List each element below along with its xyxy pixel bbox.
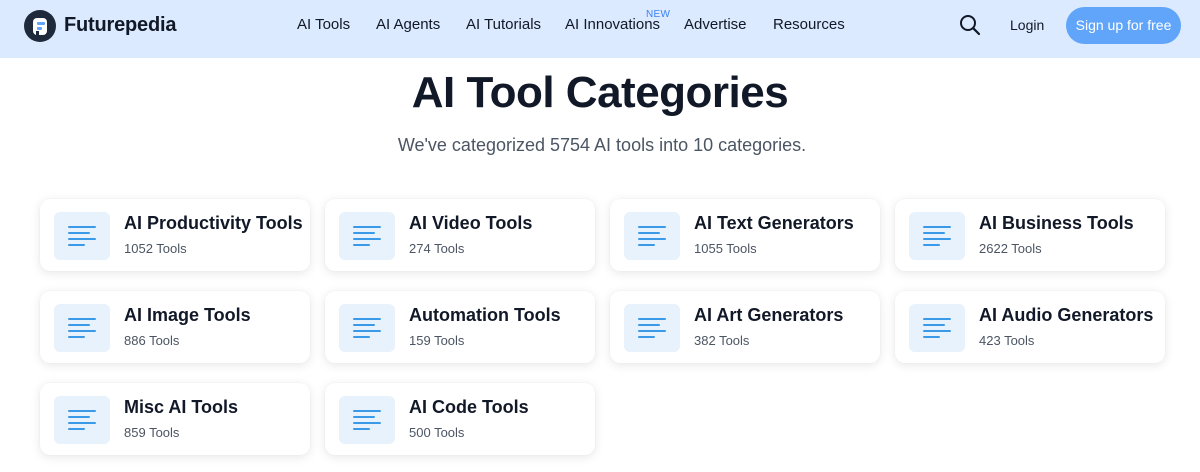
new-badge: NEW	[646, 9, 671, 20]
brand-logo[interactable]: Futurepedia	[24, 9, 176, 42]
category-card-ai-art-generators[interactable]: AI Art Generators 382 Tools	[610, 291, 880, 363]
category-name: AI Text Generators	[694, 213, 854, 233]
category-name: AI Business Tools	[979, 213, 1134, 233]
signup-button[interactable]: Sign up for free	[1066, 7, 1181, 44]
document-lines-icon	[624, 304, 680, 352]
nav-advertise[interactable]: Advertise	[684, 16, 747, 33]
category-count: 382 Tools	[694, 333, 750, 348]
page-title: AI Tool Categories	[411, 68, 789, 117]
category-name: Automation Tools	[409, 305, 561, 325]
brand-name: Futurepedia	[64, 14, 177, 36]
document-lines-icon	[339, 212, 395, 260]
category-name: AI Image Tools	[124, 305, 251, 325]
category-name: AI Video Tools	[409, 213, 533, 233]
category-name: AI Audio Generators	[979, 305, 1154, 325]
category-name: AI Art Generators	[694, 305, 844, 325]
category-card-misc-ai-tools[interactable]: Misc AI Tools 859 Tools	[40, 383, 310, 455]
category-card-ai-productivity-tools[interactable]: AI Productivity Tools 1052 Tools	[40, 199, 310, 271]
top-navbar: Futurepedia AI Tools AI Agents AI Tutori…	[0, 0, 1200, 58]
category-card-ai-video-tools[interactable]: AI Video Tools 274 Tools	[325, 199, 595, 271]
document-lines-icon	[339, 304, 395, 352]
nav-ai-tutorials[interactable]: AI Tutorials	[466, 16, 541, 33]
futurepedia-logo-icon	[24, 9, 56, 42]
category-card-ai-code-tools[interactable]: AI Code Tools 500 Tools	[325, 383, 595, 455]
search-icon[interactable]	[959, 14, 981, 36]
category-card-ai-text-generators[interactable]: AI Text Generators 1055 Tools	[610, 199, 880, 271]
document-lines-icon	[624, 212, 680, 260]
category-card-ai-image-tools[interactable]: AI Image Tools 886 Tools	[40, 291, 310, 363]
category-count: 500 Tools	[409, 425, 465, 440]
category-count: 886 Tools	[124, 333, 180, 348]
category-name: AI Productivity Tools	[124, 213, 303, 233]
category-card-ai-business-tools[interactable]: AI Business Tools 2622 Tools	[895, 199, 1165, 271]
category-name: Misc AI Tools	[124, 397, 239, 417]
login-link[interactable]: Login	[1010, 17, 1044, 33]
document-lines-icon	[54, 304, 110, 352]
document-lines-icon	[909, 304, 965, 352]
category-count: 159 Tools	[409, 333, 465, 348]
document-lines-icon	[54, 396, 110, 444]
document-lines-icon	[54, 212, 110, 260]
nav-ai-tools[interactable]: AI Tools	[297, 16, 350, 33]
category-card-ai-audio-generators[interactable]: AI Audio Generators 423 Tools	[895, 291, 1165, 363]
category-count: 2622 Tools	[979, 241, 1042, 256]
document-lines-icon	[909, 212, 965, 260]
category-card-automation-tools[interactable]: Automation Tools 159 Tools	[325, 291, 595, 363]
category-count: 859 Tools	[124, 425, 180, 440]
nav-ai-agents[interactable]: AI Agents	[376, 16, 440, 33]
page-subtitle: We've categorized 5754 AI tools into 10 …	[397, 135, 807, 155]
category-count: 423 Tools	[979, 333, 1035, 348]
nav-resources[interactable]: Resources	[773, 16, 845, 33]
category-count: 1055 Tools	[694, 241, 757, 256]
category-count: 274 Tools	[409, 241, 465, 256]
category-name: AI Code Tools	[409, 397, 529, 417]
category-count: 1052 Tools	[124, 241, 187, 256]
document-lines-icon	[339, 396, 395, 444]
